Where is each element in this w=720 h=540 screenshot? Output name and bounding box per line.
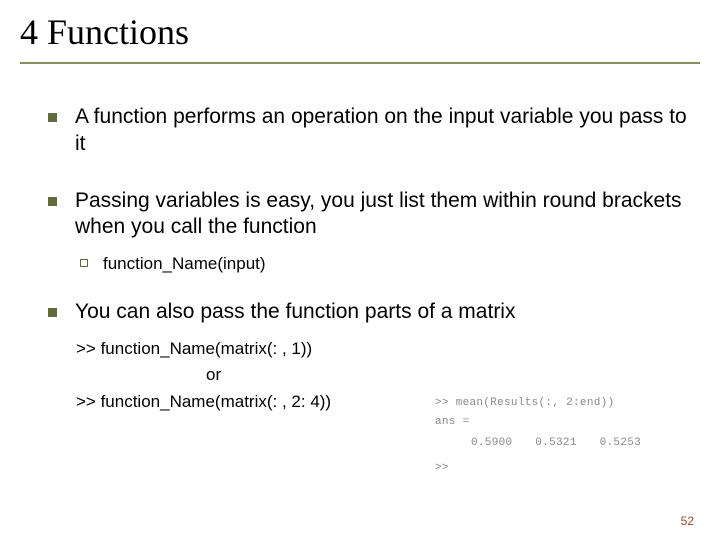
console-output: >> mean(Results(:, 2:end)) ans = 0.5900 … [435,395,680,477]
sub-bullet-text: function_Name(input) [103,253,266,275]
slide-title: 4 Functions [20,14,702,62]
square-bullet-icon [48,197,57,206]
bullet-item: You can also pass the function parts of … [48,299,690,326]
bullet-text: You can also pass the function parts of … [75,299,690,326]
bullet-item: A function performs an operation on the … [48,104,690,158]
console-line: >> [435,460,680,477]
square-bullet-icon [48,308,57,317]
console-line: ans = [435,414,680,431]
console-line: 0.5900 0.5321 0.5253 [435,435,680,452]
slide: 4 Functions A function performs an opera… [0,0,720,540]
bullet-item: Passing variables is easy, you just list… [48,188,690,242]
square-bullet-icon [48,113,57,122]
page-number: 52 [681,514,694,528]
console-line: >> mean(Results(:, 2:end)) [435,395,680,412]
code-or: or [76,362,690,388]
sub-bullet-item: function_Name(input) [80,253,690,275]
content-area: A function performs an operation on the … [0,64,720,415]
hollow-square-bullet-icon [80,259,88,267]
title-wrap: 4 Functions [0,14,720,64]
bullet-text: Passing variables is easy, you just list… [75,188,690,242]
code-line: >> function_Name(matrix(: , 1)) [76,336,690,362]
bullet-text: A function performs an operation on the … [75,104,690,158]
